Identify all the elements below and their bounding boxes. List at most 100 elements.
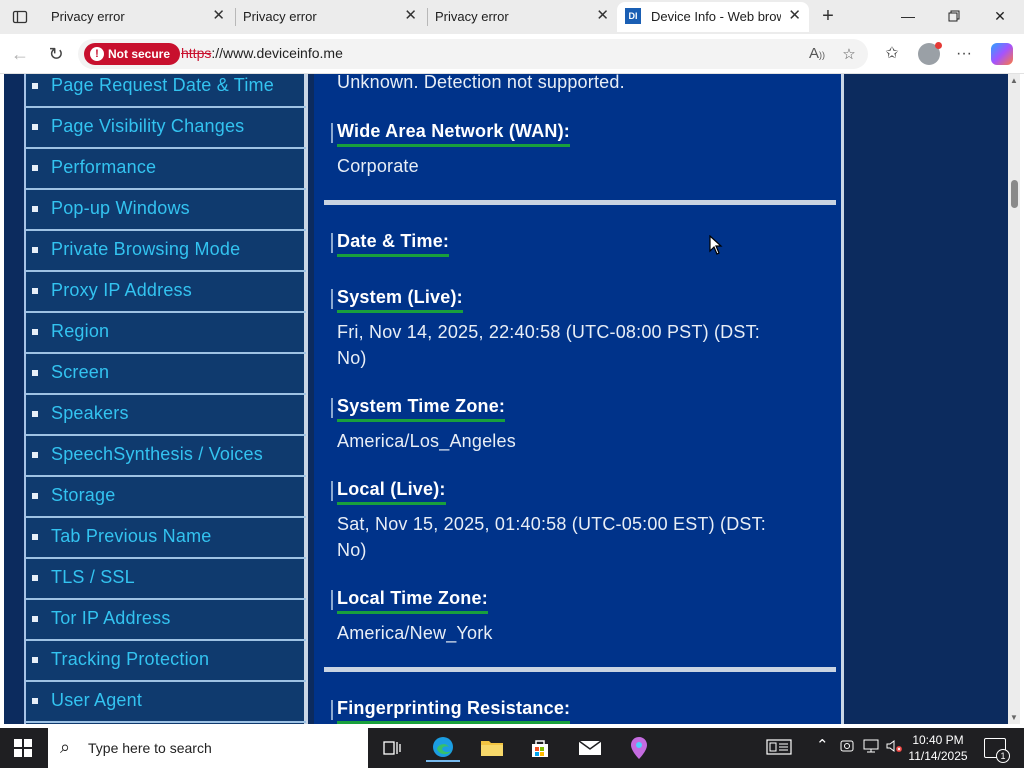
sidebar-item-tab-previous-name[interactable]: Tab Previous Name: [26, 518, 306, 559]
warning-icon: !: [90, 47, 104, 61]
sidebar-item-page-request-date-time[interactable]: Page Request Date & Time: [26, 74, 306, 108]
system-time-zone-value: America/Los_Angeles: [337, 431, 516, 451]
bullet-icon: [32, 534, 38, 540]
sidebar-item-label: Page Request Date & Time: [51, 75, 274, 95]
url-scheme: https: [181, 45, 212, 61]
local-time-zone-value: America/New_York: [337, 623, 493, 643]
sidebar-item-popup-windows[interactable]: Pop-up Windows: [26, 190, 306, 231]
profile-avatar[interactable]: [918, 42, 942, 65]
system-live-value-line2: No): [337, 348, 367, 368]
bullet-icon: [32, 124, 38, 130]
taskbar-clock[interactable]: 10:40 PM 11/14/2025: [900, 732, 976, 764]
sidebar-item-region[interactable]: Region: [26, 313, 306, 354]
sidebar-item-page-visibility-changes[interactable]: Page Visibility Changes: [26, 108, 306, 149]
back-arrow-icon[interactable]: ←: [8, 42, 32, 66]
new-tab-plus-icon[interactable]: +: [816, 5, 840, 29]
tab-actions-icon[interactable]: [6, 4, 34, 30]
notification-center-icon[interactable]: 1: [984, 738, 1010, 763]
favorite-star-icon[interactable]: ☆: [840, 45, 858, 63]
tab-privacy-error-3[interactable]: Privacy error ✕: [427, 2, 617, 32]
tab-title: Privacy error: [51, 9, 125, 24]
copilot-icon[interactable]: [991, 43, 1013, 65]
sidebar-item-label: Page Visibility Changes: [51, 116, 245, 136]
tab-privacy-error-2[interactable]: Privacy error ✕: [235, 2, 425, 32]
fingerprinting-resistance-heading: Fingerprinting Resistance:: [330, 698, 571, 724]
system-time-zone-heading: System Time Zone:: [330, 396, 506, 422]
tab-title: Privacy error: [435, 9, 509, 24]
sidebar-item-label: Tor IP Address: [51, 608, 171, 628]
url-text[interactable]: https://www.deviceinfo.me: [181, 45, 343, 61]
favorites-list-icon[interactable]: ✩: [880, 42, 904, 66]
sidebar-nav: Page Request Date & Time Page Visibility…: [24, 74, 308, 724]
tab-privacy-error-1[interactable]: Privacy error ✕: [43, 2, 233, 32]
search-icon: ⌕: [60, 737, 71, 757]
refresh-icon[interactable]: ↻: [44, 42, 68, 66]
close-icon[interactable]: ✕: [596, 8, 609, 23]
close-icon[interactable]: ✕: [404, 8, 417, 23]
bullet-icon: [32, 329, 38, 335]
date-time-heading: Date & Time:: [330, 231, 450, 257]
sidebar-item-label: Private Browsing Mode: [51, 239, 241, 259]
more-menu-icon[interactable]: ···: [952, 42, 976, 66]
sidebar-item-speakers[interactable]: Speakers: [26, 395, 306, 436]
maps-pin-icon[interactable]: [622, 734, 656, 762]
microsoft-store-icon[interactable]: [523, 734, 557, 762]
mail-icon[interactable]: [573, 734, 607, 762]
edge-browser-icon[interactable]: [426, 734, 460, 762]
bullet-icon: [32, 370, 38, 376]
restore-icon[interactable]: [944, 6, 964, 26]
page-scrollbar[interactable]: ▲ ▼: [1008, 74, 1020, 724]
keyboard-language-icon[interactable]: [766, 738, 792, 759]
scroll-down-arrow-icon[interactable]: ▼: [1010, 713, 1018, 722]
local-time-zone-heading: Local Time Zone:: [331, 588, 488, 614]
sidebar-item-label: Storage: [51, 485, 116, 505]
network-icon[interactable]: [862, 738, 880, 757]
local-live-value-line2: No): [337, 540, 367, 560]
system-live-value-line1: Fri, Nov 14, 2025, 22:40:58 (UTC-08:00 P…: [337, 322, 760, 342]
wan-heading: Wide Area Network (WAN):: [331, 121, 570, 147]
section-divider: [324, 200, 836, 205]
not-secure-badge[interactable]: ! Not secure: [84, 43, 181, 65]
scroll-thumb[interactable]: [1011, 180, 1018, 208]
sidebar-item-private-browsing-mode[interactable]: Private Browsing Mode: [26, 231, 306, 272]
close-window-icon[interactable]: ✕: [990, 6, 1010, 26]
sidebar-item-tls-ssl[interactable]: TLS / SSL: [26, 559, 306, 600]
camera-icon[interactable]: [839, 738, 855, 757]
sidebar-item-label: Tab Previous Name: [51, 526, 212, 546]
minimize-icon[interactable]: —: [898, 6, 918, 26]
chevron-up-icon[interactable]: ⌃: [816, 736, 829, 754]
sidebar-item-tor-ip-address[interactable]: Tor IP Address: [26, 600, 306, 641]
sidebar-item-user-agent[interactable]: User Agent: [26, 682, 306, 723]
close-icon[interactable]: ✕: [212, 8, 225, 23]
scroll-up-arrow-icon[interactable]: ▲: [1010, 76, 1018, 85]
sidebar-item-performance[interactable]: Performance: [26, 149, 306, 190]
system-live-heading: System (Live):: [331, 287, 463, 313]
sidebar-item-label: TLS / SSL: [51, 567, 135, 587]
sidebar-item-speechsynthesis-voices[interactable]: SpeechSynthesis / Voices: [26, 436, 306, 477]
local-live-heading: Local (Live):: [331, 479, 446, 505]
partial-detection-text: Unknown. Detection not supported.: [337, 74, 625, 92]
windows-start-icon[interactable]: [14, 739, 32, 757]
bullet-icon: [32, 83, 38, 89]
bullet-icon: [32, 206, 38, 212]
bullet-icon: [32, 698, 38, 704]
sidebar-item-proxy-ip-address[interactable]: Proxy IP Address: [26, 272, 306, 313]
tab-device-info[interactable]: DI Device Info - Web brows ✕: [617, 2, 809, 32]
web-page: Page Request Date & Time Page Visibility…: [4, 74, 1020, 724]
local-live-value-line1: Sat, Nov 15, 2025, 01:40:58 (UTC-05:00 E…: [337, 514, 766, 534]
sidebar-item-storage[interactable]: Storage: [26, 477, 306, 518]
sidebar-item-screen[interactable]: Screen: [26, 354, 306, 395]
sidebar-item-label: Pop-up Windows: [51, 198, 190, 218]
close-icon[interactable]: ✕: [788, 8, 801, 23]
clock-time: 10:40 PM: [912, 733, 964, 747]
taskbar-search-box[interactable]: ⌕ Type here to search: [48, 728, 368, 768]
sidebar-item-label: Region: [51, 321, 110, 341]
file-explorer-icon[interactable]: [475, 734, 509, 762]
omnibox[interactable]: ! Not secure https://www.deviceinfo.me A…: [78, 39, 868, 69]
tab-title: Device Info - Web brows: [651, 9, 781, 24]
sidebar-item-tracking-protection[interactable]: Tracking Protection: [26, 641, 306, 682]
tab-strip: Privacy error ✕ Privacy error ✕ Privacy …: [0, 0, 1024, 34]
read-aloud-icon[interactable]: A)): [808, 45, 826, 62]
task-view-icon[interactable]: [375, 734, 409, 762]
windows-taskbar: ⌕ Type here to search ⌃ 10:40 PM 11/14/2…: [0, 728, 1024, 768]
